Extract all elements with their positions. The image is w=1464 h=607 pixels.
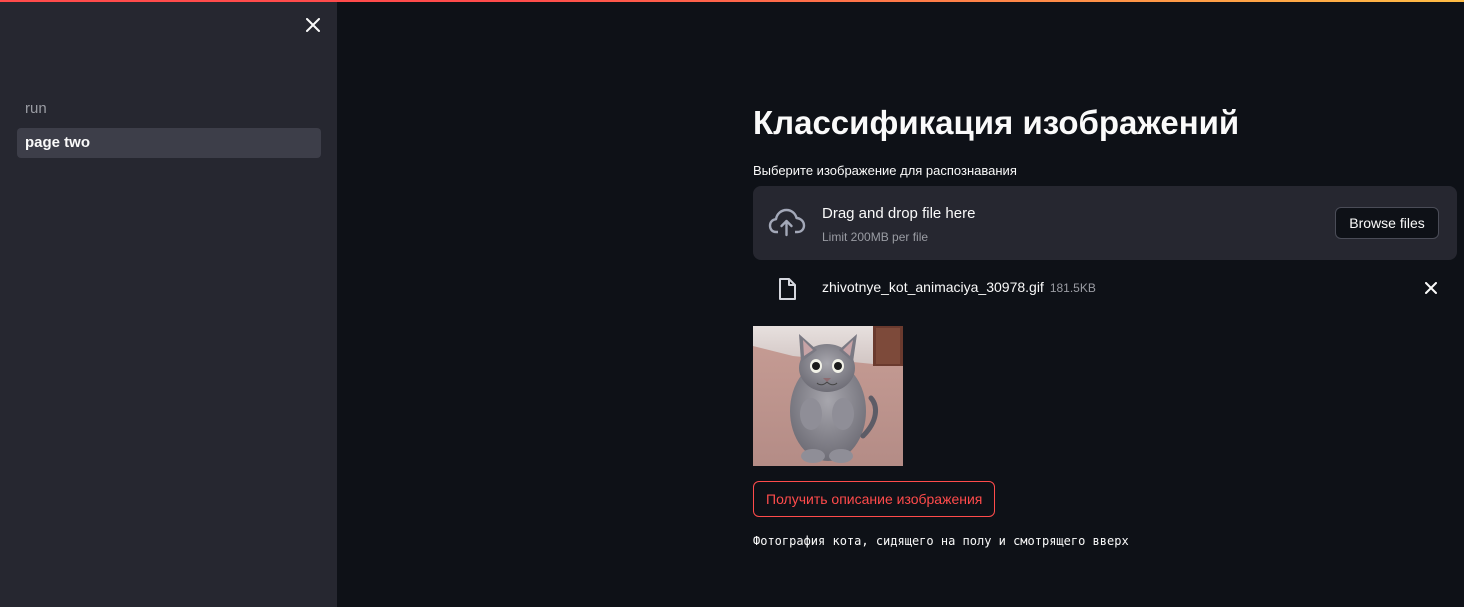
file-icon [776,277,798,306]
cloud-upload-icon [768,206,806,243]
uploaded-file-row: zhivotnye_kot_animaciya_30978.gif 181.5KB [753,270,1457,306]
file-size: 181.5KB [1049,281,1096,295]
close-icon [306,18,320,32]
get-description-button[interactable]: Получить описание изображения [753,481,996,517]
result-text: Фотография кота, сидящего на полу и смот… [753,534,1129,548]
dropzone-title: Drag and drop file here [822,205,976,222]
uploaded-cat-image [753,326,903,466]
uploader-label: Выберите изображение для распознавания [753,163,1017,178]
sidebar-nav: run page two [17,94,321,162]
sidebar-item-page-two[interactable]: page two [17,128,321,158]
close-icon [1425,282,1437,294]
sidebar: run page two [0,0,337,607]
main-content: Классификация изображений Выберите изобр… [753,0,1457,607]
file-name-text: zhivotnye_kot_animaciya_30978.gif [822,279,1044,295]
sidebar-item-run[interactable]: run [17,94,321,124]
sidebar-close-button[interactable] [300,12,326,38]
file-dropzone[interactable]: Drag and drop file here Limit 200MB per … [753,186,1457,260]
page-title: Классификация изображений [753,104,1240,141]
browse-files-button[interactable]: Browse files [1335,207,1439,239]
uploaded-file-name: zhivotnye_kot_animaciya_30978.gif 181.5KB [822,279,1096,295]
dropzone-limit: Limit 200MB per file [822,230,929,244]
top-decoration-bar [0,0,1464,2]
remove-file-button[interactable] [1421,278,1441,298]
